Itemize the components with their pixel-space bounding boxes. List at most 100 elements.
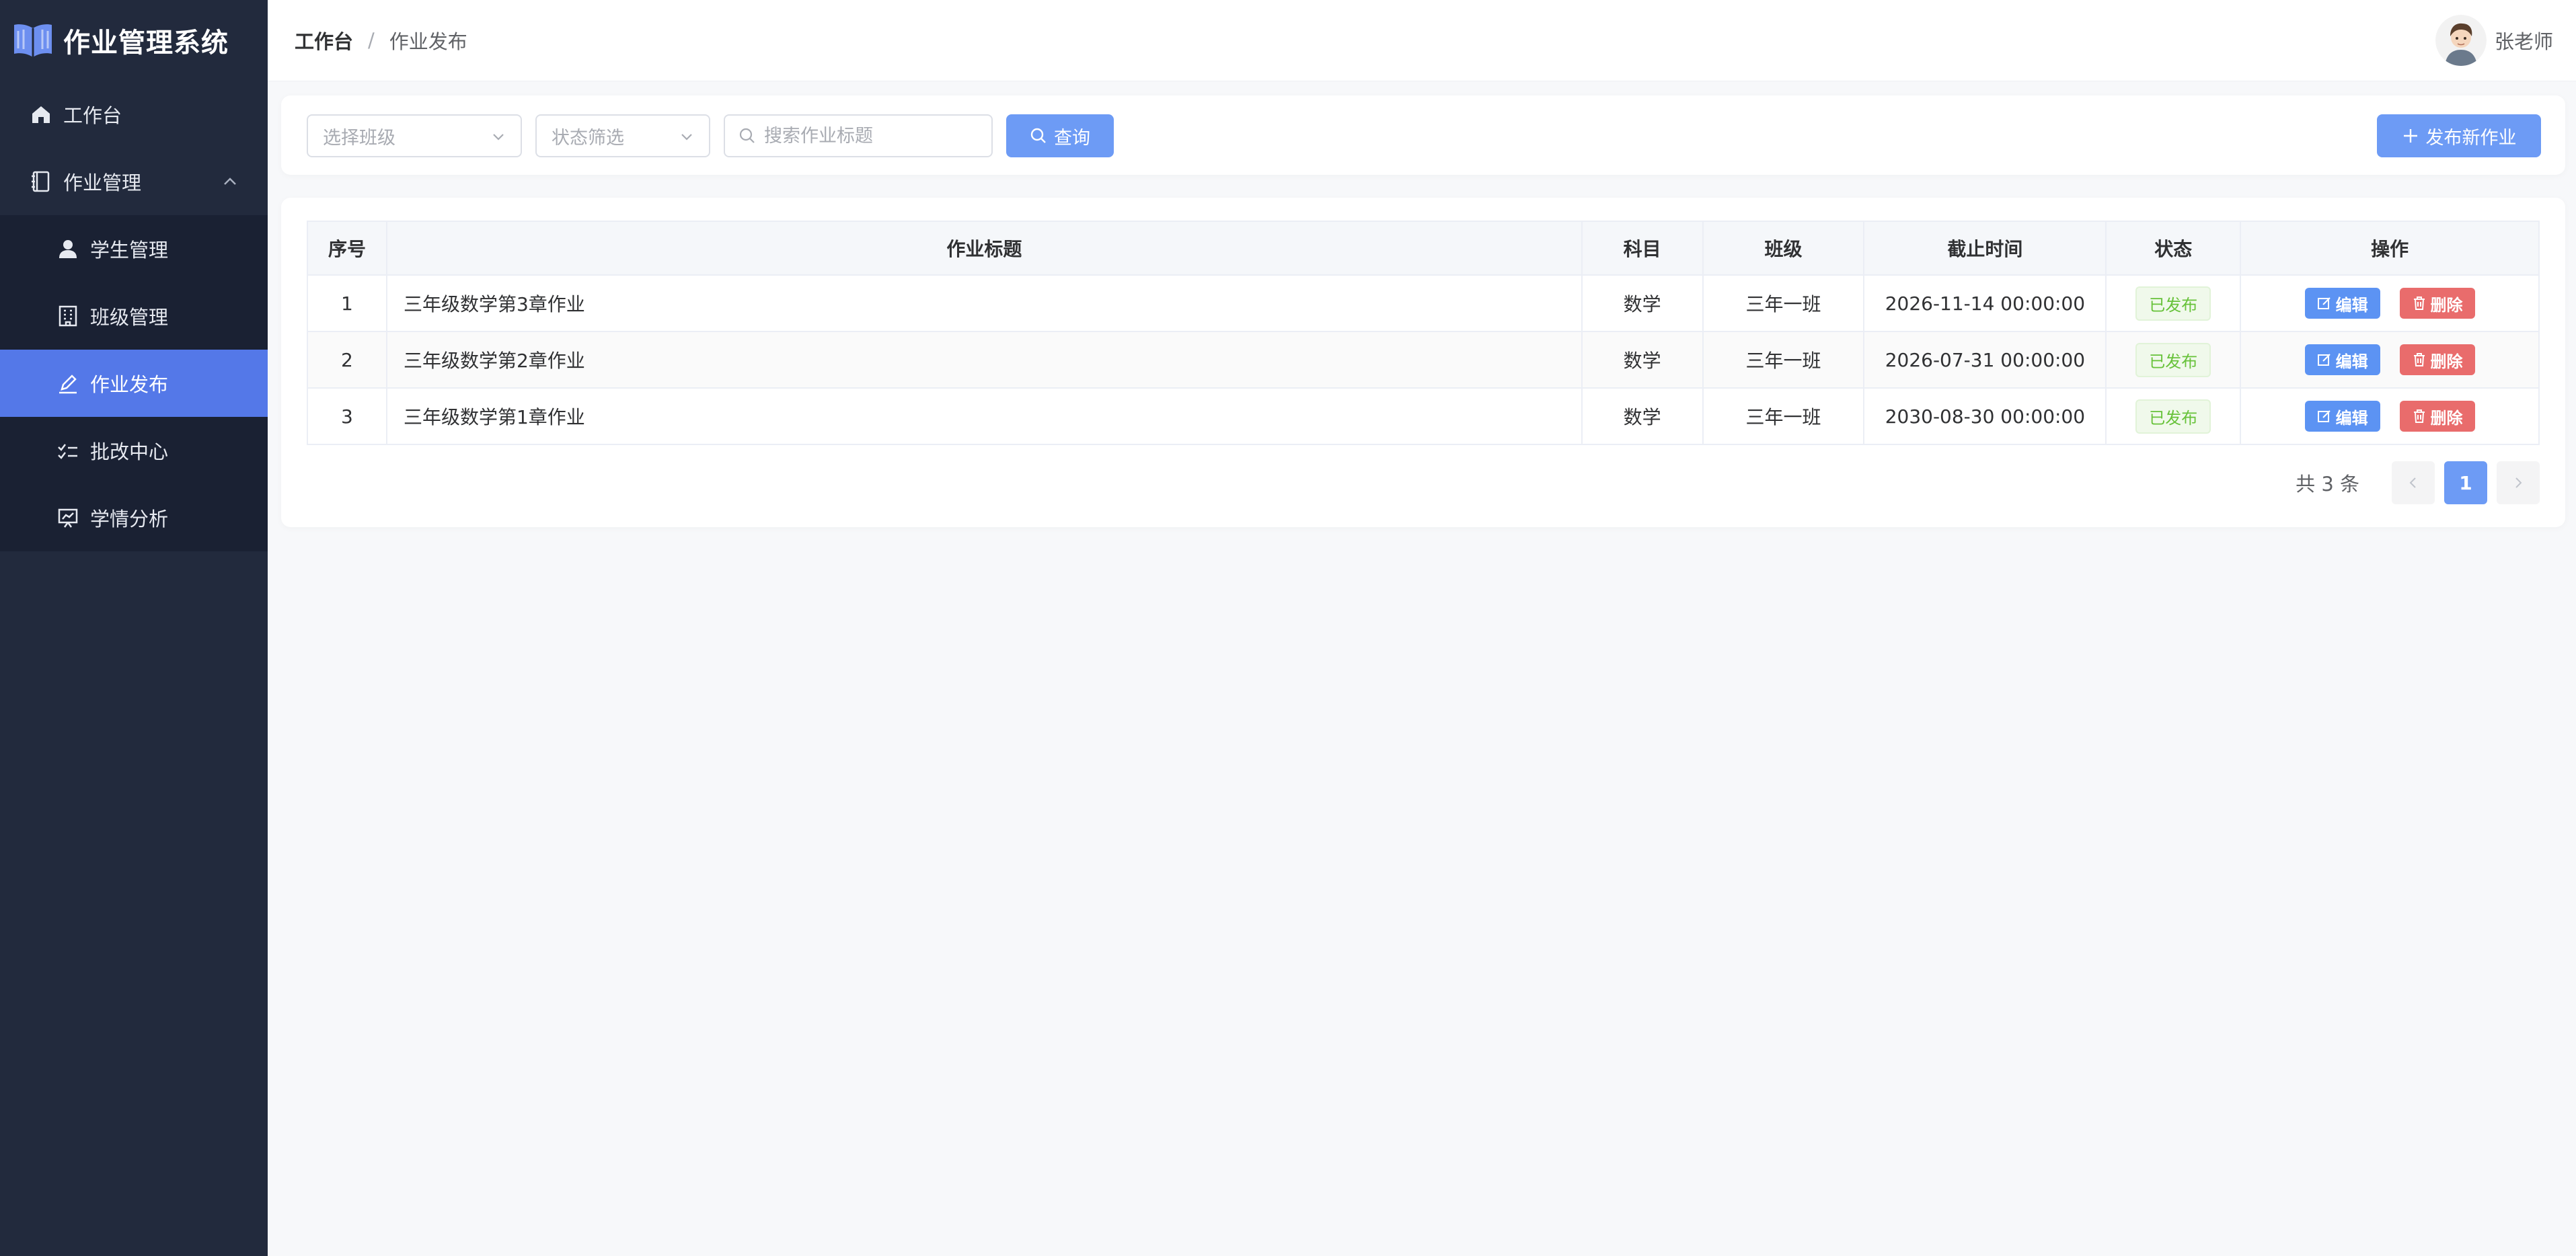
edit-button[interactable]: 编辑 [2304,288,2380,319]
chevron-left-icon [2409,477,2416,488]
breadcrumb: 工作台 / 作业发布 [295,26,467,54]
status-select-placeholder: 状态筛选 [552,127,624,149]
cell-status: 已发布 [2105,331,2242,389]
sidebar-item-students[interactable]: 学生管理 [0,215,268,282]
query-button-label: 查询 [1054,127,1090,149]
edit-button[interactable]: 编辑 [2304,401,2380,432]
cell-title: 三年级数学第1章作业 [385,387,1583,445]
cell-status: 已发布 [2105,387,2242,445]
edit-button-label: 编辑 [2335,408,2368,428]
edit-button[interactable]: 编辑 [2304,344,2380,375]
main-content: 工作台 / 作业发布 张老师 选择班级 状态筛选 搜索作业标题 查询 发布新作业… [268,0,2576,1256]
sidebar-item-label: 学情分析 [90,508,169,531]
status-badge: 已发布 [2135,286,2211,321]
cell-deadline: 2026-11-14 00:00:00 [1863,274,2107,332]
search-field[interactable] [724,114,993,157]
cell-actions: 编辑 删除 [2240,331,2540,389]
class-select-placeholder: 选择班级 [323,127,395,149]
delete-button[interactable]: 删除 [2399,344,2475,375]
cell-index: 1 [307,274,387,332]
page-number-current[interactable]: 1 [2444,461,2487,504]
search-input[interactable] [764,125,986,147]
cell-title: 三年级数学第2章作业 [385,331,1583,389]
trash-icon [2413,353,2425,366]
cell-actions: 编辑 删除 [2240,387,2540,445]
sidebar-item-classes[interactable]: 班级管理 [0,282,268,350]
table-row: 3 三年级数学第1章作业 数学 三年一班 2030-08-30 00:00:00… [307,387,2540,445]
sidebar-item-learning-analysis[interactable]: 学情分析 [0,484,268,551]
sidebar-item-homework-publish[interactable]: 作业发布 [0,350,268,417]
sidebar-item-label: 作业发布 [90,373,169,396]
avatar [2435,15,2487,66]
chevron-up-icon [224,178,236,185]
app-root: 作业管理系统 工作台 作业管理 学生管理 班级管理 作业发布 批改中心 学情分析… [0,0,2576,1256]
delete-button[interactable]: 删除 [2399,288,2475,319]
user-menu[interactable]: 张老师 [2435,15,2553,66]
delete-button[interactable]: 删除 [2399,401,2475,432]
edit-button-label: 编辑 [2335,295,2368,315]
breadcrumb-current: 作业发布 [389,30,467,53]
cell-subject: 数学 [1581,387,1704,445]
cell-status: 已发布 [2105,274,2242,332]
trash-icon [2413,409,2425,423]
brand: 作业管理系统 [0,0,268,81]
column-header-subject: 科目 [1581,221,1704,276]
trash-icon [2413,297,2425,310]
chevron-down-icon [681,134,692,141]
delete-button-label: 删除 [2430,408,2463,428]
breadcrumb-home[interactable]: 工作台 [295,26,353,54]
column-header-actions: 操作 [2240,221,2540,276]
cell-class: 三年一班 [1702,331,1865,389]
query-button[interactable]: 查询 [1006,114,1114,157]
cell-title: 三年级数学第3章作业 [385,274,1583,332]
cell-deadline: 2026-07-31 00:00:00 [1863,331,2107,389]
sidebar-item-dashboard[interactable]: 工作台 [0,81,268,148]
class-select[interactable]: 选择班级 [307,114,522,157]
publish-homework-button[interactable]: 发布新作业 [2377,114,2541,157]
prev-page-button[interactable] [2392,461,2435,504]
cell-actions: 编辑 删除 [2240,274,2540,332]
edit-icon [2317,410,2331,422]
homework-table: 序号 作业标题 科目 班级 截止时间 状态 操作 1 三年级数学第3章作业 数学 [307,221,2540,445]
sidebar-item-grading-center[interactable]: 批改中心 [0,417,268,484]
home-icon [30,103,52,126]
status-badge: 已发布 [2135,342,2211,377]
chevron-down-icon [493,134,504,141]
sidebar: 作业管理系统 工作台 作业管理 学生管理 班级管理 作业发布 批改中心 学情分析 [0,0,268,1256]
cell-index: 2 [307,331,387,389]
cell-class: 三年一班 [1702,387,1865,445]
cell-subject: 数学 [1581,331,1704,389]
presentation-chart-icon [56,506,79,529]
sidebar-item-label: 工作台 [63,104,122,127]
sidebar-item-label: 班级管理 [90,306,169,329]
column-header-deadline: 截止时间 [1863,221,2107,276]
chevron-right-icon [2515,477,2522,488]
next-page-button[interactable] [2497,461,2540,504]
status-select[interactable]: 状态筛选 [535,114,710,157]
column-header-status: 状态 [2105,221,2242,276]
delete-button-label: 删除 [2430,295,2463,315]
username: 张老师 [2494,30,2553,53]
status-badge: 已发布 [2135,399,2211,434]
table-header-row: 序号 作业标题 科目 班级 截止时间 状态 操作 [307,221,2540,276]
search-icon [739,128,755,143]
submenu-homework: 学生管理 班级管理 作业发布 批改中心 学情分析 [0,215,268,551]
table-row: 2 三年级数学第2章作业 数学 三年一班 2026-07-31 00:00:00… [307,331,2540,389]
pagination-total: 共 3 条 [2296,473,2359,496]
sidebar-item-label: 批改中心 [90,440,169,463]
column-header-class: 班级 [1702,221,1865,276]
delete-button-label: 删除 [2430,352,2463,371]
edit-pen-icon [56,372,79,395]
table-row: 1 三年级数学第3章作业 数学 三年一班 2026-11-14 00:00:00… [307,274,2540,332]
sidebar-item-label: 作业管理 [63,171,142,194]
checklist-icon [56,439,79,462]
building-icon [56,305,79,327]
search-icon [1030,128,1046,143]
cell-subject: 数学 [1581,274,1704,332]
edit-icon [2317,297,2331,309]
column-header-index: 序号 [307,221,387,276]
user-icon [56,237,79,260]
homework-table-card: 序号 作业标题 科目 班级 截止时间 状态 操作 1 三年级数学第3章作业 数学 [281,198,2565,527]
sidebar-item-homework-management[interactable]: 作业管理 [0,148,268,215]
pagination: 共 3 条 1 [2296,461,2540,504]
